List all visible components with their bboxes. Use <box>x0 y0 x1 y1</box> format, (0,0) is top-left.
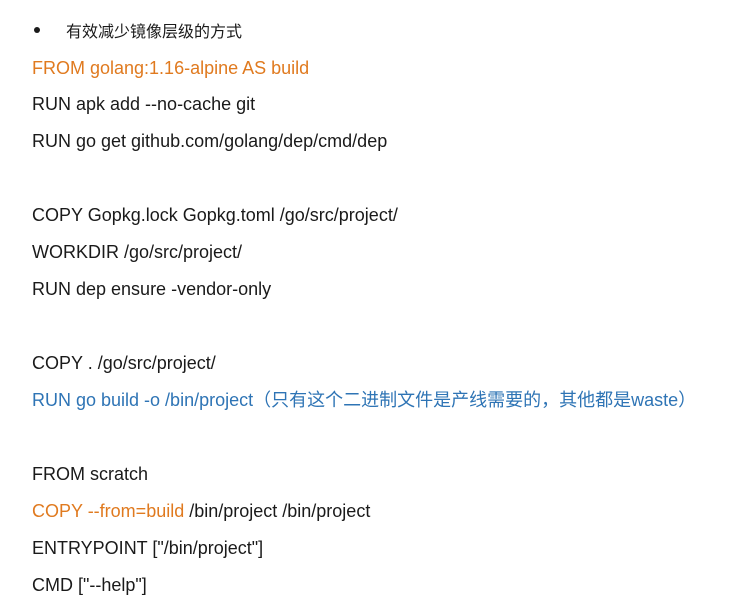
section-heading: 有效减少镜像层级的方式 <box>32 18 242 42</box>
code-line-from-scratch: FROM scratch <box>32 464 149 484</box>
code-line-copy-project: COPY . /go/src/project/ <box>32 353 216 373</box>
copy-from-build-args: /bin/project /bin/project <box>184 501 371 521</box>
copy-from-build-keyword: COPY --from=build <box>32 501 185 521</box>
code-line-run-go-get: RUN go get github.com/golang/dep/cmd/dep <box>32 131 388 151</box>
heading-text: 有效减少镜像层级的方式 <box>66 24 243 41</box>
code-line-run-apk: RUN apk add --no-cache git <box>32 94 256 114</box>
code-line-run-dep: RUN dep ensure -vendor-only <box>32 279 272 299</box>
code-line-from-golang: FROM golang:1.16-alpine AS build <box>32 58 310 78</box>
bullet-icon <box>34 27 40 33</box>
code-line-workdir: WORKDIR /go/src/project/ <box>32 242 243 262</box>
code-line-cmd: CMD ["--help"] <box>32 575 147 595</box>
code-line-entrypoint: ENTRYPOINT ["/bin/project"] <box>32 538 264 558</box>
code-line-copy-gopkg: COPY Gopkg.lock Gopkg.toml /go/src/proje… <box>32 205 398 225</box>
code-line-copy-from-build: COPY --from=build /bin/project /bin/proj… <box>32 500 370 522</box>
slide: 有效减少镜像层级的方式 FROM golang:1.16-alpine AS b… <box>0 0 747 603</box>
code-line-run-go-build: RUN go build -o /bin/project（只有这个二进制文件是产… <box>32 390 697 410</box>
